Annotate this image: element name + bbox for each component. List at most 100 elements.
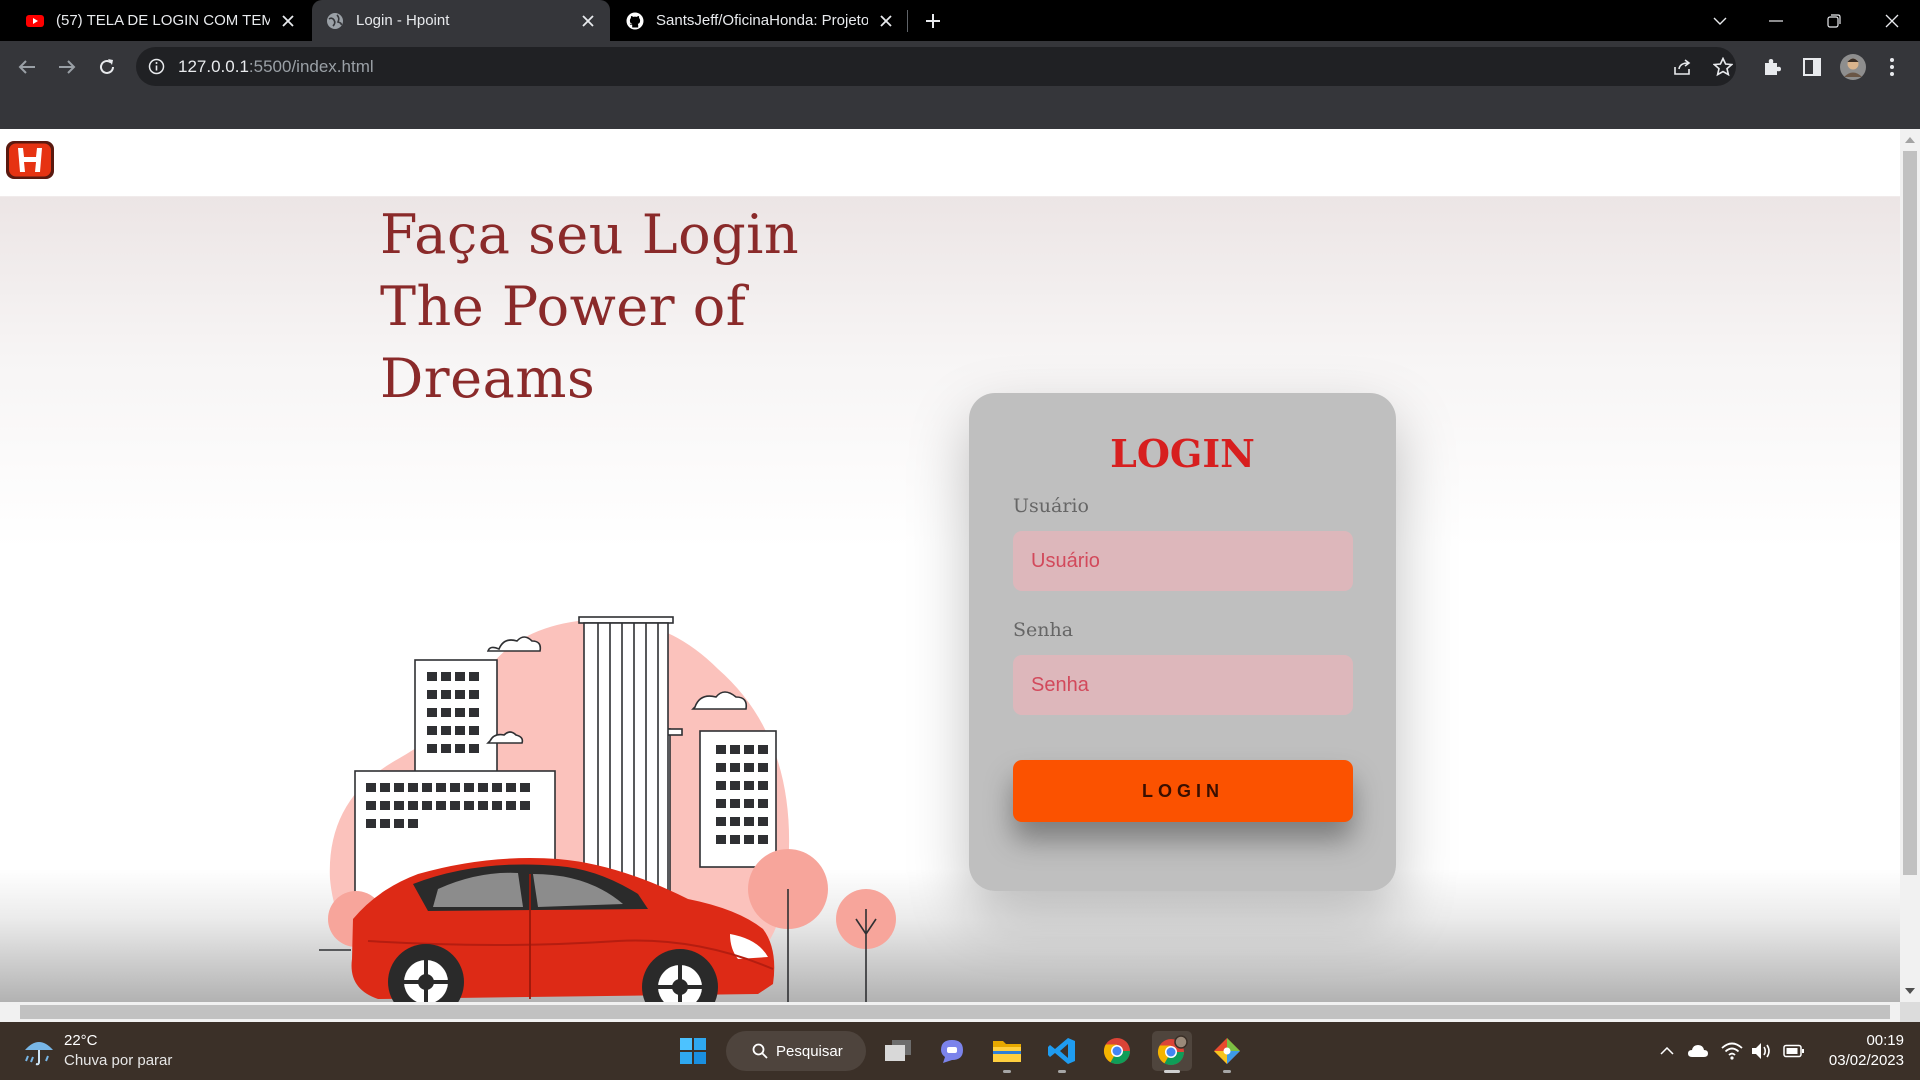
task-view-button[interactable] bbox=[878, 1031, 918, 1071]
bookmark-button[interactable] bbox=[1708, 52, 1738, 82]
page-header bbox=[0, 129, 1900, 196]
close-icon bbox=[1885, 14, 1899, 27]
vscode-icon bbox=[1048, 1038, 1075, 1064]
arrow-right-icon bbox=[59, 60, 76, 74]
windows-taskbar: 22°C Chuva por parar Pesquisar 00:19 03/… bbox=[0, 1022, 1920, 1080]
url-path: :5500/index.html bbox=[248, 57, 374, 76]
arrow-left-icon bbox=[18, 60, 35, 74]
chat-icon bbox=[941, 1040, 963, 1063]
scroll-up-icon[interactable] bbox=[1900, 131, 1920, 149]
profile-button[interactable] bbox=[1838, 52, 1868, 82]
tab-strip: (57) TELA DE LOGIN COM TEMA Login - Hpoi… bbox=[0, 0, 1920, 41]
speaker-icon bbox=[1752, 1043, 1770, 1059]
puzzle-icon bbox=[1765, 59, 1781, 75]
password-label: Senha bbox=[1013, 619, 1074, 641]
cloud-icon bbox=[1688, 1045, 1708, 1057]
scroll-down-icon[interactable] bbox=[1900, 982, 1920, 1000]
battery-button[interactable] bbox=[1782, 1039, 1806, 1063]
chrome-button[interactable] bbox=[1097, 1031, 1137, 1071]
extensions-button[interactable] bbox=[1757, 52, 1787, 82]
restore-icon bbox=[1827, 13, 1841, 28]
volume-button[interactable] bbox=[1750, 1039, 1774, 1063]
github-icon bbox=[626, 12, 644, 29]
scrollbar-thumb[interactable] bbox=[1903, 151, 1917, 875]
avatar bbox=[1840, 54, 1866, 80]
forward-button[interactable] bbox=[51, 51, 83, 83]
clock-time[interactable]: 00:19 bbox=[1850, 1032, 1904, 1049]
browser-toolbar: 127.0.0.1:5500/index.html bbox=[0, 41, 1920, 129]
teams-chat-button[interactable] bbox=[932, 1031, 972, 1071]
start-button[interactable] bbox=[673, 1031, 713, 1071]
address-bar[interactable]: 127.0.0.1:5500/index.html bbox=[136, 47, 1736, 86]
chevron-up-icon bbox=[1660, 1047, 1674, 1055]
close-icon[interactable] bbox=[876, 11, 896, 31]
wifi-icon bbox=[1721, 1042, 1743, 1060]
running-indicator bbox=[1003, 1070, 1011, 1073]
reload-icon bbox=[100, 59, 114, 74]
honda-logo-icon[interactable] bbox=[5, 140, 55, 180]
git-diamond-icon bbox=[1214, 1038, 1240, 1064]
search-icon bbox=[752, 1043, 768, 1059]
folder-icon bbox=[993, 1041, 1021, 1062]
chrome-profile-button[interactable] bbox=[1152, 1031, 1192, 1073]
password-input[interactable] bbox=[1013, 655, 1353, 715]
tab-title: Login - Hpoint bbox=[356, 12, 450, 29]
wifi-button[interactable] bbox=[1720, 1039, 1744, 1063]
horizontal-scrollbar[interactable] bbox=[0, 1002, 1900, 1022]
hero-line: Faça seu Login bbox=[380, 203, 800, 266]
side-panel-icon bbox=[1803, 58, 1821, 76]
task-view-icon bbox=[885, 1040, 911, 1061]
kebab-menu-icon bbox=[1890, 58, 1894, 76]
login-card: LOGIN Usuário Senha LOGIN bbox=[969, 393, 1396, 891]
tab-search-button[interactable] bbox=[1692, 0, 1748, 41]
hero-line: The Power of bbox=[380, 275, 747, 338]
rain-umbrella-icon[interactable] bbox=[22, 1034, 56, 1068]
menu-button[interactable] bbox=[1877, 52, 1907, 82]
git-tool-button[interactable] bbox=[1207, 1031, 1247, 1073]
page-viewport: Faça seu Login The Power of Dreams LOGIN… bbox=[0, 129, 1900, 1002]
share-button[interactable] bbox=[1668, 52, 1698, 82]
tab-github[interactable]: SantsJeff/OficinaHonda: Projeto bbox=[612, 0, 908, 41]
side-panel-button[interactable] bbox=[1797, 52, 1827, 82]
city-car-illustration bbox=[319, 616, 896, 1002]
taskbar-search[interactable]: Pesquisar bbox=[726, 1031, 866, 1071]
tab-login-hpoint[interactable]: Login - Hpoint bbox=[312, 0, 610, 41]
restore-button[interactable] bbox=[1806, 0, 1862, 41]
battery-icon bbox=[1783, 1044, 1804, 1058]
running-indicator bbox=[1164, 1070, 1180, 1073]
chrome-profile-icon bbox=[1157, 1035, 1188, 1066]
search-label: Pesquisar bbox=[776, 1042, 843, 1060]
login-button[interactable]: LOGIN bbox=[1013, 760, 1353, 822]
star-icon bbox=[1713, 57, 1733, 77]
close-icon[interactable] bbox=[578, 11, 598, 31]
plus-icon bbox=[926, 14, 940, 28]
url-host: 127.0.0.1 bbox=[178, 57, 249, 76]
hero-line: Dreams bbox=[380, 347, 596, 410]
running-indicator bbox=[1058, 1070, 1066, 1073]
tab-title: SantsJeff/OficinaHonda: Projeto bbox=[656, 12, 868, 29]
youtube-icon bbox=[26, 14, 44, 27]
close-window-button[interactable] bbox=[1864, 0, 1920, 41]
onedrive-button[interactable] bbox=[1686, 1039, 1710, 1063]
url-text[interactable]: 127.0.0.1:5500/index.html bbox=[178, 57, 374, 77]
tab-youtube[interactable]: (57) TELA DE LOGIN COM TEMA bbox=[12, 0, 310, 41]
info-icon[interactable] bbox=[148, 58, 165, 75]
chevron-down-icon bbox=[1713, 17, 1727, 25]
user-input[interactable] bbox=[1013, 531, 1353, 591]
reload-button[interactable] bbox=[91, 51, 123, 83]
weather-temperature[interactable]: 22°C bbox=[64, 1032, 98, 1049]
weather-description[interactable]: Chuva por parar bbox=[64, 1052, 172, 1069]
login-title: LOGIN bbox=[1110, 431, 1255, 476]
tray-overflow-button[interactable] bbox=[1655, 1039, 1679, 1063]
vscode-button[interactable] bbox=[1042, 1031, 1082, 1073]
running-indicator bbox=[1223, 1070, 1231, 1073]
back-button[interactable] bbox=[11, 51, 43, 83]
globe-icon bbox=[327, 12, 343, 29]
new-tab-button[interactable] bbox=[920, 8, 946, 34]
scrollbar-thumb[interactable] bbox=[20, 1005, 1890, 1019]
close-icon[interactable] bbox=[278, 11, 298, 31]
clock-date[interactable]: 03/02/2023 bbox=[1810, 1052, 1904, 1069]
vertical-scrollbar[interactable] bbox=[1900, 129, 1920, 1002]
file-explorer-button[interactable] bbox=[987, 1031, 1027, 1073]
minimize-button[interactable] bbox=[1748, 0, 1804, 41]
